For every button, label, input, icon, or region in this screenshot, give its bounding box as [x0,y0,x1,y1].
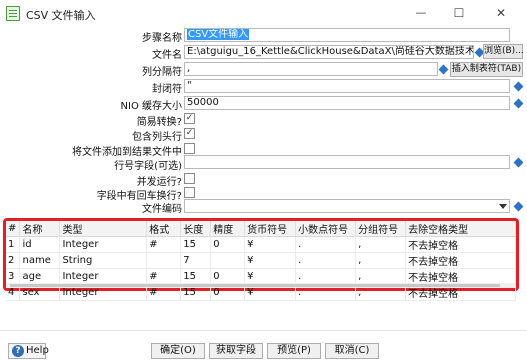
enclosure-label: 封闭符 [152,84,182,95]
delimiter-label: 列分隔符 [142,67,182,78]
table-row[interactable]: 1 id Integer # 15 0 ¥ . , 不去掉空格 [6,236,516,253]
table-cell[interactable]: name [19,252,61,269]
column-header[interactable]: 货币符号 [244,221,297,237]
table-cell[interactable] [146,252,182,269]
variable-icon [513,157,524,168]
column-header[interactable]: 名称 [19,221,61,237]
encoding-dropdown[interactable] [184,199,510,213]
column-header[interactable]: 长度 [180,221,212,237]
maximize-button[interactable]: ☐ [448,4,470,22]
header-row-label: 包含列头行 [132,132,182,143]
lazy-conversion-label: 简易转换? [136,117,182,128]
table-cell[interactable]: # [146,236,182,253]
browse-button[interactable]: 浏览(B)... [483,44,524,59]
parallel-checkbox[interactable] [184,173,195,184]
table-cell[interactable]: id [19,236,61,253]
table-cell[interactable]: , [355,236,407,253]
table-cell[interactable]: Integer [59,236,148,253]
table-cell[interactable]: ¥ [244,252,297,269]
help-button[interactable]: ? Help [8,343,49,359]
delimiter-input[interactable]: , [184,62,438,76]
chevron-down-icon [499,204,507,209]
table-cell[interactable]: . [295,252,357,269]
preview-button[interactable]: 预览(P) [267,343,321,359]
footer-divider [0,330,527,331]
help-label: Help [26,345,49,356]
minimize-button[interactable]: — [410,4,432,22]
title-bar: CSV 文件输入 — ☐ ✕ [0,0,527,28]
get-fields-button[interactable]: 获取字段 [209,343,263,359]
column-header[interactable]: 精度 [210,221,246,237]
help-icon: ? [12,345,24,357]
fields-table[interactable]: # 名称 类型 格式 长度 精度 货币符号 小数点符号 分组符号 去除空格类型 … [6,221,516,301]
table-cell[interactable]: . [295,236,357,253]
csv-file-icon [6,6,20,21]
cancel-button[interactable]: 取消(C) [325,343,379,359]
row-num-field-input[interactable] [184,155,510,169]
newline-checkbox[interactable] [184,187,195,198]
scrollbar-thumb[interactable] [10,284,500,287]
encoding-label: 文件编码 [142,204,182,215]
header-row-checkbox[interactable]: ✓ [184,128,195,139]
nio-buffer-input[interactable]: 50000 [184,96,510,110]
variable-icon [513,98,524,109]
insert-tab-button[interactable]: 插入制表符(TAB) [450,62,523,77]
column-header[interactable]: 类型 [59,221,148,237]
delimiter-value: , [187,63,191,74]
column-header[interactable]: 小数点符号 [295,221,357,237]
table-row[interactable]: 2 name String 7 ¥ . , 不去掉空格 [6,252,516,269]
step-name-value: CSV文件输入 [187,29,250,40]
file-name-value: E:\atguigu_16_Kettle&ClickHouse&DataX\尚硅… [187,46,474,57]
table-cell[interactable]: 不去掉空格 [405,252,516,269]
nio-buffer-value: 50000 [187,97,219,108]
row-num-field-label: 行号字段(可选) [114,161,182,172]
lazy-conversion-checkbox[interactable]: ✓ [184,113,195,124]
table-header-row: # 名称 类型 格式 长度 精度 货币符号 小数点符号 分组符号 去除空格类型 [6,221,516,237]
table-cell[interactable]: , [355,252,407,269]
add-to-result-checkbox[interactable] [184,143,195,154]
nio-buffer-label: NIO 缓存大小 [120,101,182,112]
step-name-label: 步骤名称 [142,33,182,44]
fields-table-highlight: # 名称 类型 格式 长度 精度 货币符号 小数点符号 分组符号 去除空格类型 … [3,218,519,301]
table-cell[interactable] [210,252,246,269]
table-cell[interactable]: String [59,252,148,269]
table-cell[interactable]: 0 [210,236,246,253]
table-cell[interactable]: 7 [180,252,212,269]
close-button[interactable]: ✕ [490,4,512,22]
table-cell[interactable]: 15 [180,236,212,253]
column-header[interactable]: 分组符号 [355,221,407,237]
column-header[interactable]: # [6,221,21,237]
table-horizontal-scrollbar[interactable] [6,283,516,288]
variable-icon [438,64,449,75]
step-name-input[interactable]: CSV文件输入 [184,28,510,42]
table-cell[interactable]: ¥ [244,236,297,253]
enclosure-input[interactable]: " [184,79,510,93]
file-name-input[interactable]: E:\atguigu_16_Kettle&ClickHouse&DataX\尚硅… [184,45,474,59]
column-header[interactable]: 格式 [146,221,182,237]
parallel-label: 并发运行? [136,177,182,188]
variable-icon [513,201,524,212]
window-title: CSV 文件输入 [26,9,96,22]
table-cell[interactable]: 1 [6,236,21,253]
variable-icon [513,81,524,92]
enclosure-value: " [187,80,192,91]
table-cell[interactable]: 2 [6,252,21,269]
column-header[interactable]: 去除空格类型 [405,221,516,237]
table-cell[interactable]: 不去掉空格 [405,236,516,253]
ok-button[interactable]: 确定(O) [151,343,205,359]
add-to-result-label: 将文件添加到结果文件中 [72,147,182,158]
file-name-label: 文件名 [152,50,182,61]
